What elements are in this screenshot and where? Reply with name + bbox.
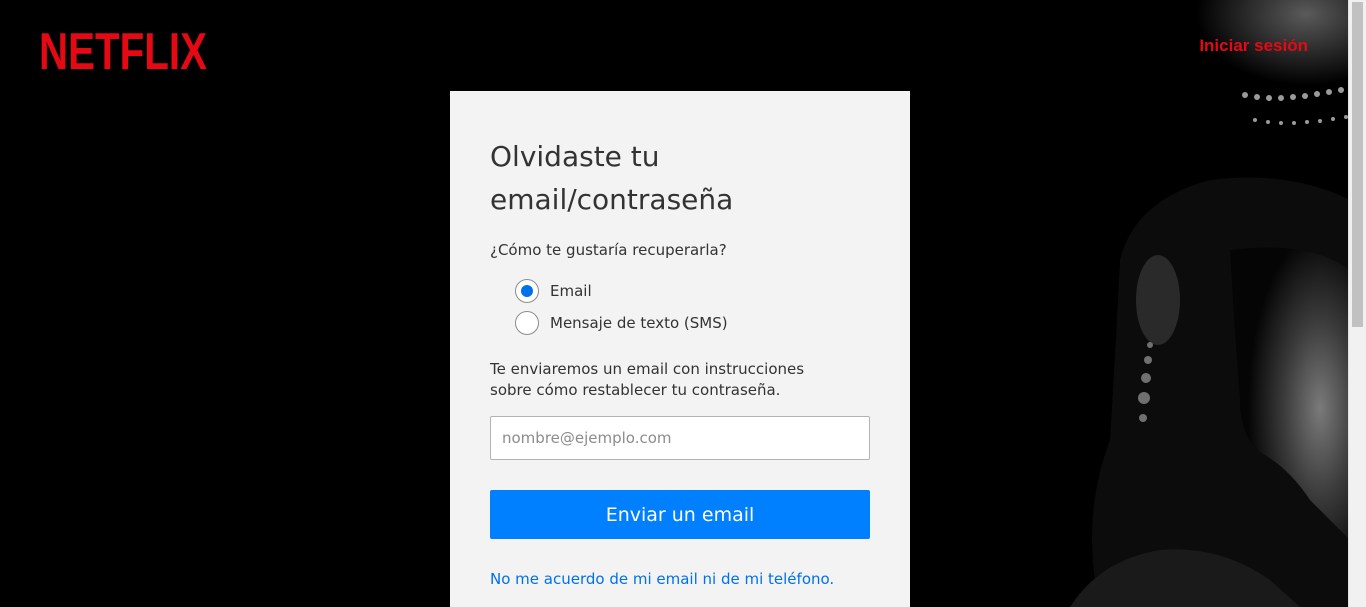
send-email-button[interactable]: Enviar un email <box>490 490 870 539</box>
radio-checked-icon[interactable] <box>515 279 539 303</box>
email-input[interactable] <box>490 416 870 460</box>
netflix-logo[interactable]: NETFLIX <box>39 22 209 74</box>
svg-text:NETFLIX: NETFLIX <box>39 23 207 74</box>
scrollbar-thumb[interactable] <box>1352 2 1363 327</box>
page-title: Olvidaste tu email/contraseña <box>490 140 734 216</box>
signin-link[interactable]: Iniciar sesión <box>1199 36 1308 56</box>
radio-label-email: Email <box>550 282 592 300</box>
radio-unchecked-icon[interactable] <box>515 311 539 335</box>
radio-option-email[interactable]: Email <box>515 275 870 307</box>
recovery-question: ¿Cómo te gustaría recuperarla? <box>490 241 727 259</box>
page: NETFLIX Iniciar sesión Olvidaste tu emai… <box>0 0 1366 607</box>
radio-label-sms: Mensaje de texto (SMS) <box>550 314 728 332</box>
background-portrait-image <box>1040 0 1350 607</box>
recovery-card: Olvidaste tu email/contraseña ¿Cómo te g… <box>450 91 910 607</box>
page-scrollbar[interactable] <box>1348 0 1366 607</box>
radio-option-sms[interactable]: Mensaje de texto (SMS) <box>515 307 870 339</box>
instructions-text: Te enviaremos un email con instrucciones… <box>490 360 805 399</box>
recovery-method-group: Email Mensaje de texto (SMS) <box>515 275 870 339</box>
forgot-email-phone-link[interactable]: No me acuerdo de mi email ni de mi teléf… <box>490 570 834 588</box>
